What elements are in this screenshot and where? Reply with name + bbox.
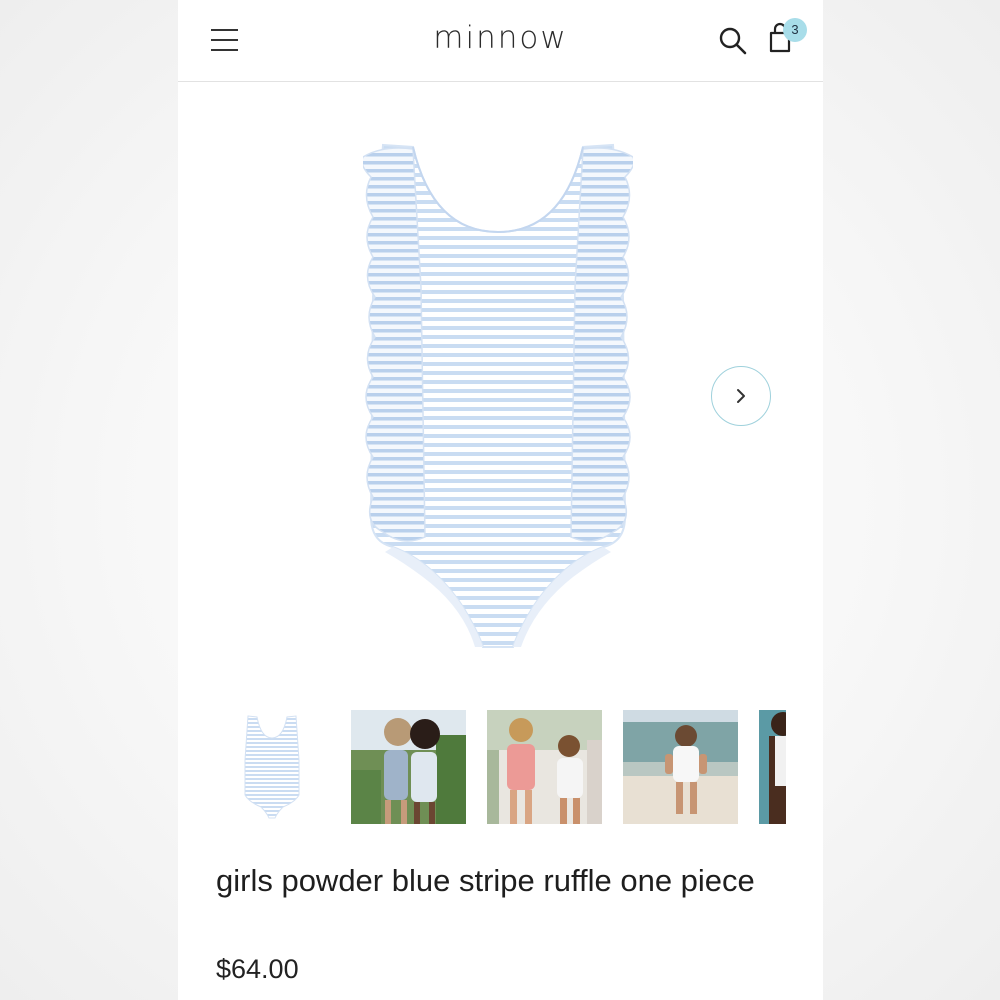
product-image-swimsuit xyxy=(363,143,633,648)
search-icon[interactable] xyxy=(718,26,748,56)
thumbnail-2[interactable] xyxy=(351,710,466,824)
thumbnail-beach-image xyxy=(623,710,738,824)
product-price: $64.00 xyxy=(216,954,299,984)
next-image-button[interactable] xyxy=(711,366,771,426)
thumbnail-swimsuit-image xyxy=(215,710,330,824)
cart-count-badge: 3 xyxy=(783,18,807,42)
product-image-carousel[interactable] xyxy=(178,82,823,692)
chevron-right-icon xyxy=(737,389,745,403)
thumbnail-1[interactable] xyxy=(215,710,330,824)
mobile-page: minnow 3 girls powder blue stripe ruffle… xyxy=(178,0,823,1000)
thumbnail-5[interactable] xyxy=(759,710,786,824)
site-header: minnow 3 xyxy=(178,0,823,82)
product-title: girls powder blue stripe ruffle one piec… xyxy=(216,863,755,898)
thumbnail-partial-image xyxy=(759,710,786,824)
thumbnail-strip xyxy=(178,710,786,824)
thumbnail-girls-pink-white-image xyxy=(487,710,602,824)
thumbnail-girls-image xyxy=(351,710,466,824)
thumbnail-3[interactable] xyxy=(487,710,602,824)
thumbnail-4[interactable] xyxy=(623,710,738,824)
